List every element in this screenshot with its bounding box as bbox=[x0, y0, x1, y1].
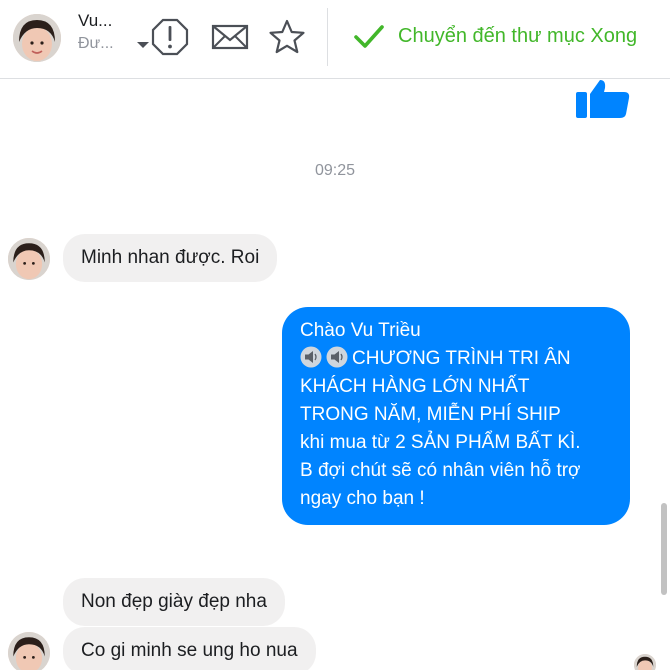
contact-status: Đư... bbox=[78, 35, 114, 52]
message-line: khi mua từ 2 SẢN PHẨM BẤT KÌ. bbox=[300, 432, 581, 453]
sender-avatar bbox=[8, 632, 50, 670]
move-to-done-button[interactable]: Chuyển đến thư mục Xong bbox=[352, 16, 637, 56]
toolbar-divider bbox=[327, 8, 328, 66]
report-icon[interactable] bbox=[150, 17, 190, 57]
message-line-with-emoji: CHƯƠNG TRÌNH TRI ÂN bbox=[300, 345, 612, 373]
message-line: ngay cho bạn ! bbox=[300, 488, 425, 509]
message-line: B đợi chút sẽ có nhân viên hỗ trợ bbox=[300, 460, 581, 481]
checkmark-icon bbox=[354, 25, 384, 48]
message-text: Co gi minh se ung ho nua bbox=[81, 640, 298, 661]
star-icon[interactable] bbox=[267, 17, 307, 57]
message-line: KHÁCH HÀNG LỚN NHẤT bbox=[300, 376, 530, 397]
message-line: TRONG NĂM, MIỄN PHÍ SHIP bbox=[300, 404, 561, 425]
thumbs-up-icon bbox=[576, 80, 630, 118]
contact-avatar-image bbox=[13, 14, 61, 62]
contact-name[interactable]: Vu... bbox=[78, 11, 112, 31]
sender-avatar-image bbox=[8, 238, 50, 280]
outgoing-message[interactable]: Chào Vu Triều CHƯƠNG TRÌNH TRI ÂN KHÁCH … bbox=[282, 307, 630, 525]
incoming-message[interactable]: Co gi minh se ung ho nua bbox=[63, 627, 316, 670]
mail-icon[interactable] bbox=[210, 17, 250, 57]
chevron-down-icon[interactable] bbox=[136, 40, 150, 50]
scrollbar-thumb[interactable] bbox=[661, 503, 667, 595]
incoming-message[interactable]: Non đẹp giày đẹp nha bbox=[63, 578, 285, 626]
sender-avatar bbox=[8, 238, 50, 280]
message-text: Non đẹp giày đẹp nha bbox=[81, 591, 267, 612]
sender-avatar-image bbox=[8, 632, 50, 670]
move-to-done-label: Chuyển đến thư mục Xong bbox=[398, 24, 638, 47]
conversation-header: Vu... Đư... Chuyển đến thư mục Xong bbox=[0, 0, 670, 79]
contact-avatar[interactable] bbox=[13, 14, 61, 62]
message-line: CHƯƠNG TRÌNH TRI ÂN bbox=[352, 348, 571, 369]
incoming-message[interactable]: Minh nhan được. Roi bbox=[63, 234, 278, 282]
speaker-icon bbox=[300, 346, 322, 368]
message-line: Chào Vu Triều bbox=[300, 320, 421, 341]
message-timestamp: 09:25 bbox=[314, 162, 356, 179]
read-receipt-image bbox=[634, 654, 656, 670]
read-receipt-avatar bbox=[634, 654, 656, 670]
message-text: Minh nhan được. Roi bbox=[81, 247, 260, 268]
speaker-icon bbox=[326, 346, 348, 368]
